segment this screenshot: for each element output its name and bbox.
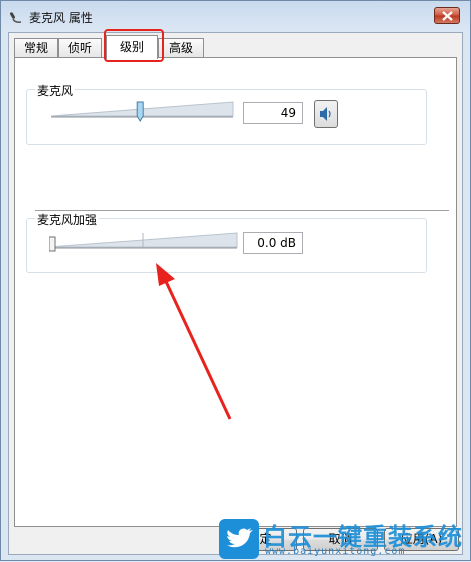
title-bar[interactable]: 麦克风 属性 xyxy=(1,1,470,31)
mute-button[interactable] xyxy=(314,100,338,128)
close-button[interactable] xyxy=(434,7,460,24)
tab-general[interactable]: 常规 xyxy=(14,38,58,57)
microphone-boost-slider[interactable] xyxy=(49,229,239,255)
microphone-level-input[interactable]: 49 xyxy=(243,102,303,124)
levels-panel: 麦克风 49 麦克风加强 0.0 dB xyxy=(14,57,457,527)
microphone-slider-thumb[interactable] xyxy=(136,101,144,122)
twitter-bird-icon xyxy=(219,519,259,559)
tab-advanced[interactable]: 高级 xyxy=(158,38,204,57)
watermark-url: www.baiyunxitong.com xyxy=(265,546,406,557)
annotation-highlight-box xyxy=(104,29,164,62)
microphone-boost-slider-thumb[interactable] xyxy=(49,236,56,252)
microphone-label: 麦克风 xyxy=(35,82,76,99)
speaker-icon xyxy=(320,107,331,121)
dialog-client-area: 常规 侦听 级别 高级 麦克风 49 麦克风加强 0.0 dB 确定 取消 应用… xyxy=(8,29,463,555)
microphone-boost-group: 麦克风加强 0.0 dB xyxy=(26,211,427,273)
microphone-slider[interactable] xyxy=(51,100,235,124)
tab-listen[interactable]: 侦听 xyxy=(58,38,102,57)
watermark: 白云一键重装系统 www.baiyunxitong.com xyxy=(219,515,469,561)
close-icon xyxy=(442,11,453,21)
microphone-boost-label: 麦克风加强 xyxy=(35,211,100,228)
microphone-group: 麦克风 49 xyxy=(26,82,427,145)
microphone-boost-value[interactable]: 0.0 dB xyxy=(243,232,303,254)
window-title: 麦克风 属性 xyxy=(29,11,93,25)
microphone-icon xyxy=(10,12,22,23)
properties-window: 麦克风 属性 常规 侦听 级别 高级 麦克风 49 麦克风加强 0.0 dB 确… xyxy=(0,0,471,561)
